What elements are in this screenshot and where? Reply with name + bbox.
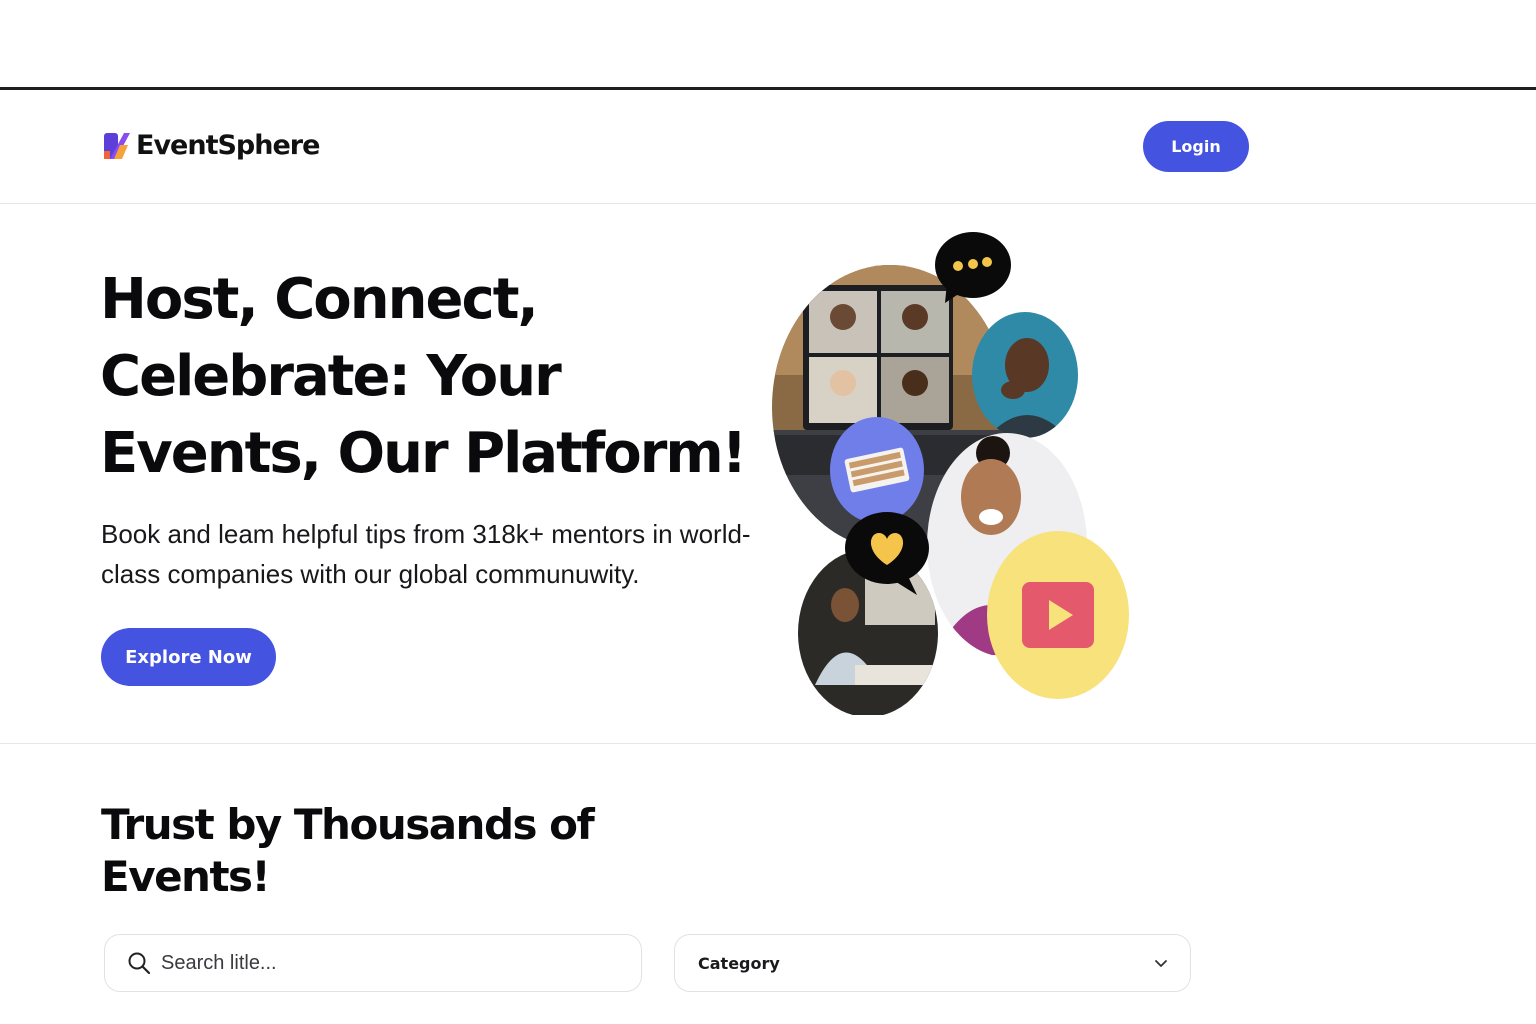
navbar: EventSphere Login	[0, 90, 1536, 204]
explore-now-button[interactable]: Explore Now	[101, 628, 276, 686]
hero-subtitle: Book and leam helpful tips from 318k+ me…	[101, 519, 751, 589]
login-button[interactable]: Login	[1143, 121, 1249, 172]
logo-mark-icon	[104, 131, 130, 161]
category-select[interactable]: Category	[674, 934, 1191, 992]
search-box[interactable]	[104, 934, 642, 992]
trust-title: Trust by Thousands of Events!	[101, 800, 595, 901]
search-icon	[128, 952, 151, 975]
category-label: Category	[698, 953, 780, 973]
search-input[interactable]	[161, 951, 601, 975]
keyboard-icon	[830, 417, 924, 523]
hero-title: Host, Connect, Celebrate: Your Events, O…	[100, 267, 747, 486]
top-blank-area	[0, 0, 1536, 87]
hero-collage	[765, 225, 1145, 717]
brand-name: EventSphere	[136, 130, 320, 161]
brand-logo[interactable]: EventSphere	[104, 130, 320, 161]
chat-dots-icon	[935, 232, 1011, 303]
play-icon[interactable]	[987, 531, 1129, 699]
hero-section: Host, Connect, Celebrate: Your Events, O…	[0, 205, 1536, 744]
trust-section: Trust by Thousands of Events! Category	[0, 745, 1536, 1024]
chevron-down-icon	[1155, 960, 1167, 967]
